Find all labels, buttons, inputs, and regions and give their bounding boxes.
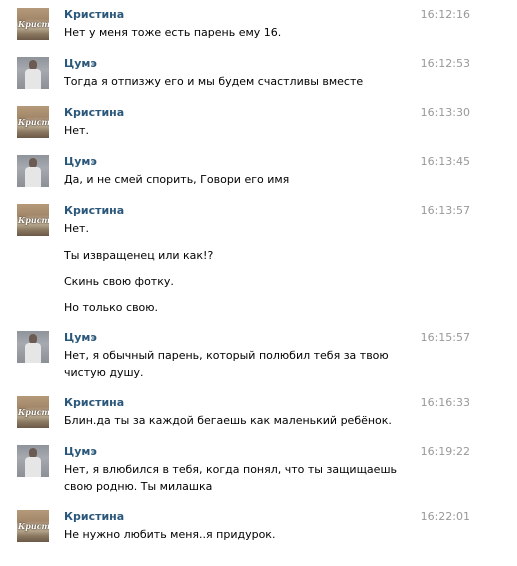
kristina-avatar[interactable]: Кристина [17, 8, 49, 40]
avatar-label: Кристина [18, 19, 49, 29]
author-name[interactable]: Цумэ [64, 155, 97, 169]
author-name[interactable]: Кристина [64, 510, 124, 524]
message-time[interactable]: 16:13:57 [421, 204, 470, 218]
message-text: Тогда я отпизжу его и мы будем счастливы… [64, 75, 364, 88]
tsume-avatar[interactable] [17, 445, 49, 477]
message-text: Нет. [64, 124, 89, 137]
message-time[interactable]: 16:19:22 [421, 445, 470, 459]
avatar-label: Кристина [18, 407, 49, 417]
message-text: Нет. [64, 222, 89, 235]
message-text: Но только свою. [64, 301, 159, 314]
author-name[interactable]: Кристина [64, 204, 124, 218]
kristina-avatar[interactable]: Кристина [17, 204, 49, 236]
message-text: Блин.да ты за каждой бегаешь как маленьк… [64, 414, 392, 427]
message-text: Ты извращенец или как!? [64, 249, 214, 262]
tsume-avatar[interactable] [17, 57, 49, 89]
kristina-avatar[interactable]: Кристина [17, 106, 49, 138]
message-time[interactable]: 16:12:53 [421, 57, 470, 71]
message-time[interactable]: 16:12:16 [421, 8, 470, 22]
author-name[interactable]: Цумэ [64, 445, 97, 459]
author-name[interactable]: Цумэ [64, 331, 97, 345]
message-time[interactable]: 16:13:30 [421, 106, 470, 120]
message-text: Нет, я влюбился в тебя, когда понял, что… [64, 463, 397, 493]
kristina-avatar[interactable]: Кристина [17, 510, 49, 542]
message-text: Нет, я обычный парень, который полюбил т… [64, 349, 389, 379]
author-name[interactable]: Цумэ [64, 57, 97, 71]
message-text: Скинь свою фотку. [64, 275, 174, 288]
author-name[interactable]: Кристина [64, 396, 124, 410]
kristina-avatar[interactable]: Кристина [17, 396, 49, 428]
message-time[interactable]: 16:22:01 [421, 510, 470, 524]
avatar-label: Кристина [18, 215, 49, 225]
author-name[interactable]: Кристина [64, 106, 124, 120]
message-time[interactable]: 16:15:57 [421, 331, 470, 345]
avatar-label: Кристина [18, 117, 49, 127]
message-time[interactable]: 16:16:33 [421, 396, 470, 410]
message-text: Нет у меня тоже есть парень ему 16. [64, 26, 282, 39]
author-name[interactable]: Кристина [64, 8, 124, 22]
avatar-label: Кристина [18, 521, 49, 531]
tsume-avatar[interactable] [17, 331, 49, 363]
message-text: Да, и не смей спорить, Говори его имя [64, 173, 290, 186]
message-text: Не нужно любить меня..я придурок. [64, 528, 276, 541]
message-time[interactable]: 16:13:45 [421, 155, 470, 169]
tsume-avatar[interactable] [17, 155, 49, 187]
